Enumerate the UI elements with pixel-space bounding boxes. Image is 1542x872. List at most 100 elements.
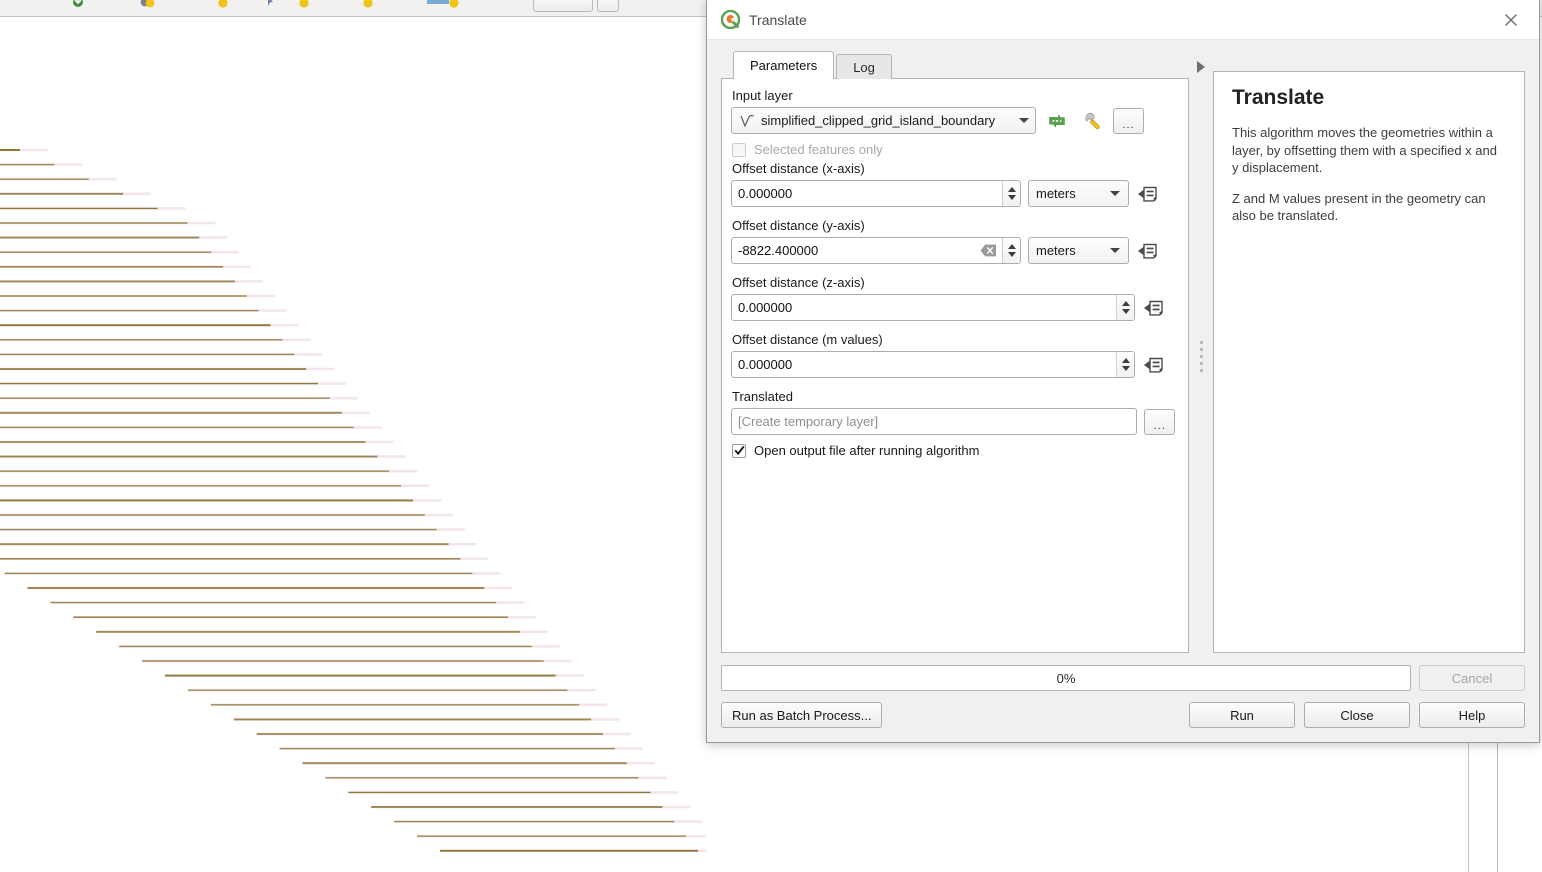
- vector-line-layer-icon: [739, 113, 756, 129]
- offset-x-row: 0.000000 meters: [731, 180, 1175, 207]
- offset-y-input[interactable]: -8822.400000: [731, 237, 1021, 264]
- close-button[interactable]: Close: [1304, 702, 1410, 728]
- offset-m-value: 0.000000: [738, 357, 793, 372]
- run-button-label: Run: [1230, 707, 1254, 723]
- run-button[interactable]: Run: [1189, 702, 1295, 728]
- offset-m-label: Offset distance (m values): [732, 332, 883, 347]
- output-row: [Create temporary layer] ...: [731, 408, 1175, 435]
- panel-divider-vertical: [1468, 742, 1470, 872]
- data-defined-override-icon[interactable]: [1136, 181, 1164, 207]
- offset-z-label: Offset distance (z-axis): [732, 275, 865, 290]
- progress-row: 0% Cancel: [721, 665, 1525, 691]
- iterate-over-features-icon[interactable]: [1043, 108, 1071, 134]
- chevron-down-icon: [1110, 248, 1120, 253]
- tab-parameters-label: Parameters: [750, 58, 818, 73]
- help-panel: Translate This algorithm moves the geome…: [1213, 71, 1525, 653]
- selected-features-only-label: Selected features only: [754, 142, 883, 157]
- data-defined-override-icon[interactable]: [1136, 238, 1164, 264]
- close-icon[interactable]: [1489, 1, 1533, 39]
- offset-m-stepper[interactable]: [1116, 352, 1134, 377]
- dialog-main-area: Parameters Log Input layer simplified_cl…: [707, 40, 1539, 653]
- selected-features-only-row[interactable]: Selected features only: [732, 142, 1175, 157]
- open-output-label: Open output file after running algorithm: [754, 443, 980, 458]
- offset-m-input[interactable]: 0.000000: [731, 351, 1135, 378]
- offset-y-value: -8822.400000: [738, 243, 819, 258]
- input-layer-value: simplified_clipped_grid_island_boundary: [761, 113, 996, 128]
- splitter-grip[interactable]: [1199, 341, 1203, 372]
- output-browse-label: ...: [1153, 419, 1166, 432]
- offset-y-stepper[interactable]: [1002, 238, 1020, 263]
- data-defined-override-icon[interactable]: [1142, 295, 1170, 321]
- collapse-right-icon[interactable]: [1197, 61, 1205, 73]
- input-layer-row: simplified_clipped_grid_island_boundary: [731, 107, 1175, 134]
- offset-z-row: 0.000000: [731, 294, 1175, 321]
- cancel-button-label: Cancel: [1451, 670, 1493, 686]
- offset-y-unit-combo[interactable]: meters: [1028, 237, 1129, 264]
- offset-y-row: -8822.400000 meters: [731, 237, 1175, 264]
- button-row: Run as Batch Process... Run Close Help: [721, 702, 1525, 728]
- tab-parameters[interactable]: Parameters: [733, 51, 835, 79]
- open-output-row[interactable]: Open output file after running algorithm: [732, 443, 1175, 458]
- tab-bar: Parameters Log: [721, 51, 1189, 79]
- offset-x-input[interactable]: 0.000000: [731, 180, 1021, 207]
- help-title: Translate: [1232, 86, 1325, 109]
- toolbar-icon-add-raster[interactable]: [296, 0, 312, 8]
- output-label: Translated: [732, 389, 793, 404]
- offset-x-label: Offset distance (x-axis): [732, 161, 865, 176]
- help-button-label: Help: [1458, 707, 1486, 723]
- clear-text-icon[interactable]: [978, 243, 998, 259]
- toolbar-icon-add-db[interactable]: [360, 0, 376, 8]
- cancel-button[interactable]: Cancel: [1419, 665, 1525, 691]
- input-layer-browse-button[interactable]: ...: [1113, 107, 1144, 134]
- output-path-input[interactable]: [Create temporary layer]: [731, 408, 1138, 435]
- offset-x-unit-combo[interactable]: meters: [1028, 180, 1129, 207]
- toolbar-lock-scale[interactable]: [597, 0, 619, 12]
- input-layer-label: Input layer: [732, 88, 793, 103]
- dialog-footer: 0% Cancel Run as Batch Process... Run Cl…: [707, 653, 1539, 742]
- offset-x-unit-value: meters: [1036, 186, 1076, 201]
- selected-features-only-checkbox[interactable]: [732, 142, 746, 157]
- progress-bar: 0%: [721, 665, 1411, 691]
- toolbar-icon-save[interactable]: [70, 0, 86, 8]
- tab-log[interactable]: Log: [836, 54, 892, 79]
- chevron-down-icon: [1019, 118, 1029, 123]
- toolbar-scale-box[interactable]: [533, 0, 593, 12]
- offset-y-label: Offset distance (y-axis): [732, 218, 865, 233]
- parameters-panel: Input layer simplified_clipped_grid_isla…: [721, 78, 1189, 653]
- offset-x-stepper[interactable]: [1002, 181, 1020, 206]
- left-column: Parameters Log Input layer simplified_cl…: [721, 51, 1189, 653]
- dialog-titlebar: Translate: [707, 0, 1539, 40]
- toolbar-icon-add-mesh[interactable]: [425, 0, 465, 8]
- tab-log-label: Log: [853, 59, 875, 75]
- run-as-batch-button[interactable]: Run as Batch Process...: [721, 702, 883, 728]
- offset-z-input[interactable]: 0.000000: [731, 294, 1135, 321]
- open-output-checkbox[interactable]: [732, 443, 746, 458]
- data-defined-override-icon[interactable]: [1142, 352, 1170, 378]
- output-path-placeholder: [Create temporary layer]: [738, 414, 879, 429]
- offset-y-unit-value: meters: [1036, 243, 1076, 258]
- toolbar-icon-add-vector[interactable]: [215, 0, 231, 8]
- progress-text: 0%: [1056, 670, 1076, 686]
- chevron-down-icon: [1110, 191, 1120, 196]
- help-button[interactable]: Help: [1419, 702, 1525, 728]
- dialog-body: Parameters Log Input layer simplified_cl…: [707, 40, 1539, 742]
- toolbar-icon-add-layer[interactable]: [139, 0, 155, 8]
- right-buttons: Run Close Help: [1189, 702, 1525, 728]
- offset-z-value: 0.000000: [738, 300, 793, 315]
- close-button-label: Close: [1340, 707, 1374, 723]
- qgis-logo-icon: [720, 9, 741, 30]
- output-browse-button[interactable]: ...: [1144, 408, 1175, 435]
- help-paragraph-2: Z and M values present in the geometry c…: [1232, 190, 1486, 224]
- dialog-title: Translate: [749, 11, 807, 28]
- translate-dialog: Translate Parameters Log Input layer sim…: [706, 0, 1540, 743]
- input-layer-combo[interactable]: simplified_clipped_grid_island_boundary: [731, 107, 1036, 134]
- input-layer-browse-label: ...: [1122, 118, 1135, 131]
- offset-x-value: 0.000000: [738, 186, 793, 201]
- offset-m-row: 0.000000: [731, 351, 1175, 378]
- panel-splitter[interactable]: [1189, 51, 1213, 653]
- offset-z-stepper[interactable]: [1116, 295, 1134, 320]
- help-paragraph-1: This algorithm moves the geometries with…: [1232, 125, 1497, 176]
- toolbar-icon-pointer[interactable]: [262, 0, 278, 8]
- run-as-batch-label: Run as Batch Process...: [732, 707, 872, 723]
- wrench-icon[interactable]: [1078, 108, 1106, 134]
